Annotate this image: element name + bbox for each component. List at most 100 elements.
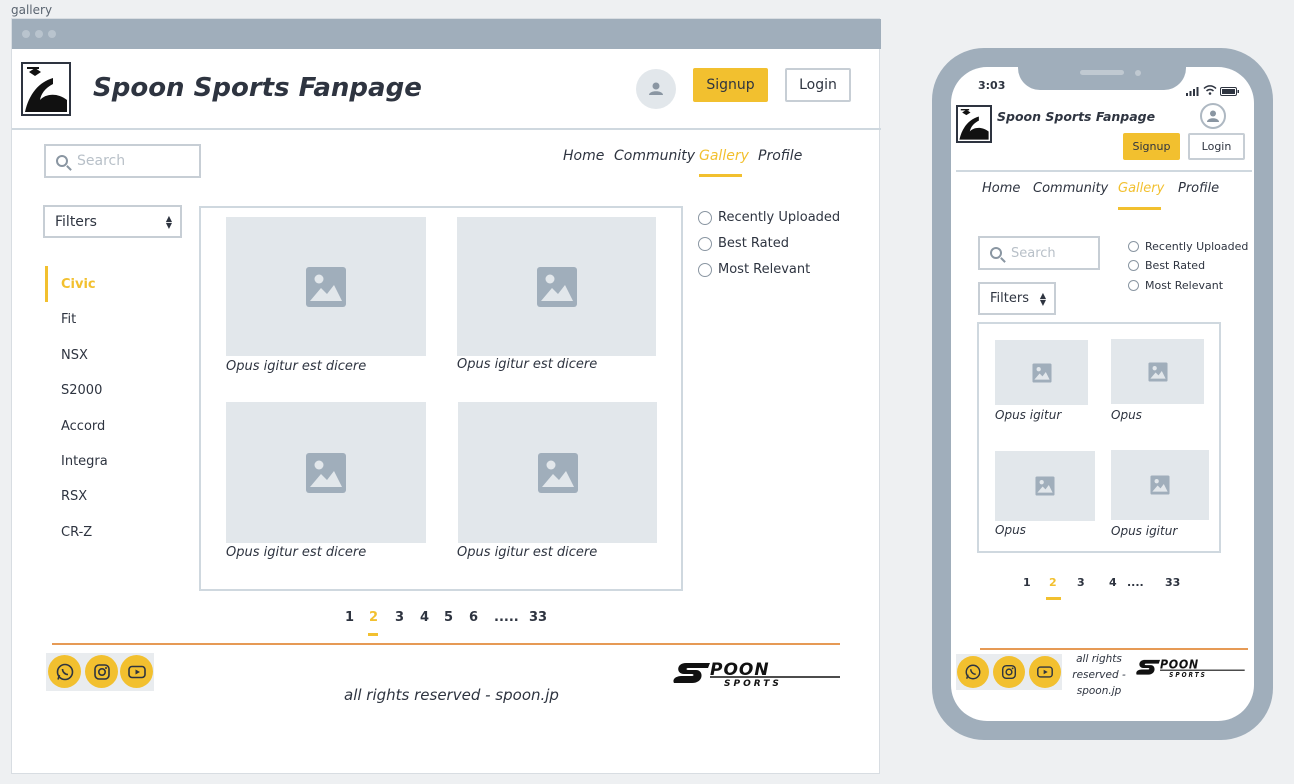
site-title: Spoon Sports Fanpage (997, 109, 1156, 124)
copyright-text: all rights reserved - spoon.jp (344, 686, 559, 704)
image-placeholder-icon (1150, 475, 1170, 495)
nav-home[interactable]: Home (563, 148, 604, 164)
login-button[interactable]: Login (1188, 133, 1245, 160)
gallery-caption: Opus (1111, 408, 1142, 422)
gallery-image[interactable] (995, 340, 1088, 405)
category-item[interactable]: RSX (61, 489, 87, 504)
category-item[interactable]: Accord (61, 419, 105, 434)
site-header: Spoon Sports Fanpage Signup Login (12, 49, 881, 130)
nav-gallery[interactable]: Gallery (1118, 181, 1164, 196)
login-button[interactable]: Login (785, 68, 851, 102)
radio-button[interactable] (698, 210, 712, 225)
nav-profile[interactable]: Profile (1178, 181, 1219, 196)
category-item[interactable]: CR-Z (61, 525, 92, 540)
image-placeholder-icon (306, 452, 346, 493)
page-link[interactable]: 33 (1165, 576, 1180, 589)
category-item[interactable]: Civic (61, 277, 96, 292)
signup-button[interactable]: Signup (693, 68, 768, 102)
sort-option-most-relevant[interactable]: Most Relevant (1128, 279, 1223, 292)
category-item[interactable]: Fit (61, 312, 76, 327)
page-link[interactable]: 6 (469, 610, 478, 625)
user-avatar[interactable] (1200, 103, 1226, 129)
gallery-caption: Opus igitur est dicere (457, 545, 598, 560)
gallery-image[interactable] (995, 451, 1095, 521)
window-dot[interactable] (48, 30, 56, 38)
nav-community[interactable]: Community (614, 148, 695, 164)
radio-button[interactable] (1128, 260, 1139, 271)
radio-button[interactable] (698, 236, 712, 251)
gallery-image[interactable] (1111, 339, 1204, 404)
page-link[interactable]: 5 (444, 610, 453, 625)
radio-button[interactable] (1128, 241, 1139, 252)
sort-option-label: Recently Uploaded (1145, 240, 1249, 253)
filters-select[interactable]: Filters ▲ ▼ (43, 205, 182, 238)
category-item[interactable]: S2000 (61, 383, 102, 398)
nav-profile[interactable]: Profile (758, 148, 802, 164)
page-link-current[interactable]: 2 (1049, 576, 1057, 589)
search-icon (56, 155, 68, 167)
gallery-image[interactable] (1111, 450, 1209, 520)
site-logo[interactable] (21, 62, 71, 116)
radio-button[interactable] (1128, 280, 1139, 291)
gallery-image[interactable] (457, 217, 656, 356)
sort-option-recently-uploaded[interactable]: Recently Uploaded (1128, 240, 1248, 253)
search-input[interactable]: Search (978, 236, 1100, 270)
copyright-text: all rights reserved - spoon.jp (1072, 653, 1126, 697)
search-placeholder: Search (1011, 245, 1056, 261)
sort-option-best-rated[interactable]: Best Rated (698, 236, 789, 251)
instagram-icon[interactable] (993, 656, 1025, 688)
phone-notch (1018, 48, 1186, 90)
signal-icon (1186, 81, 1200, 100)
nav-home[interactable]: Home (982, 181, 1020, 196)
page-link[interactable]: 1 (1023, 576, 1031, 589)
footer-divider (980, 648, 1248, 650)
page-link[interactable]: 4 (420, 610, 429, 625)
youtube-icon[interactable] (120, 655, 153, 688)
page-link[interactable]: 3 (1077, 576, 1085, 589)
gallery-image[interactable] (226, 217, 426, 356)
gallery-caption: Opus igitur est dicere (226, 359, 367, 374)
gallery-caption: Opus igitur (1111, 524, 1178, 538)
search-input[interactable]: Search (44, 144, 201, 178)
svg-text:SPORTS: SPORTS (1169, 672, 1207, 679)
sort-option-label: Most Relevant (718, 262, 811, 277)
page-link-current[interactable]: 2 (369, 610, 378, 625)
image-placeholder-icon (1031, 362, 1052, 383)
gallery-image[interactable] (458, 402, 657, 543)
image-placeholder-icon (306, 266, 346, 307)
category-active-indicator (45, 266, 48, 302)
wifi-icon (1203, 80, 1217, 99)
page-link[interactable]: 1 (345, 610, 354, 625)
category-item[interactable]: Integra (61, 454, 108, 469)
sort-option-label: Best Rated (1145, 259, 1206, 272)
gallery-image[interactable] (226, 402, 426, 543)
page-link[interactable]: 33 (529, 610, 547, 625)
user-avatar[interactable] (636, 69, 676, 109)
page-link[interactable]: 3 (395, 610, 404, 625)
nav-community[interactable]: Community (1033, 181, 1108, 196)
select-arrows-icon: ▲ ▼ (1039, 290, 1046, 307)
whatsapp-icon[interactable] (48, 655, 81, 688)
youtube-icon[interactable] (1029, 656, 1061, 688)
instagram-icon[interactable] (85, 655, 118, 688)
search-placeholder: Search (77, 153, 126, 169)
radio-button[interactable] (698, 262, 712, 277)
sort-option-best-rated[interactable]: Best Rated (1128, 259, 1205, 272)
phone-camera (1135, 70, 1141, 76)
page-link[interactable]: 4 (1109, 576, 1117, 589)
window-dot[interactable] (22, 30, 30, 38)
signup-button[interactable]: Signup (1123, 133, 1180, 160)
nav-active-indicator (1118, 207, 1161, 210)
nav-gallery[interactable]: Gallery (699, 148, 749, 164)
site-logo[interactable] (956, 105, 992, 143)
page-ellipsis: .... (1127, 576, 1144, 589)
sort-option-recently-uploaded[interactable]: Recently Uploaded (698, 210, 840, 225)
filters-select[interactable]: Filters ▲ ▼ (978, 282, 1056, 315)
phone-speaker (1080, 70, 1124, 75)
window-dot[interactable] (35, 30, 43, 38)
user-icon (649, 82, 663, 95)
whatsapp-icon[interactable] (957, 656, 989, 688)
category-item[interactable]: NSX (61, 348, 88, 363)
page-ellipsis: ..... (494, 610, 519, 625)
sort-option-most-relevant[interactable]: Most Relevant (698, 262, 810, 277)
